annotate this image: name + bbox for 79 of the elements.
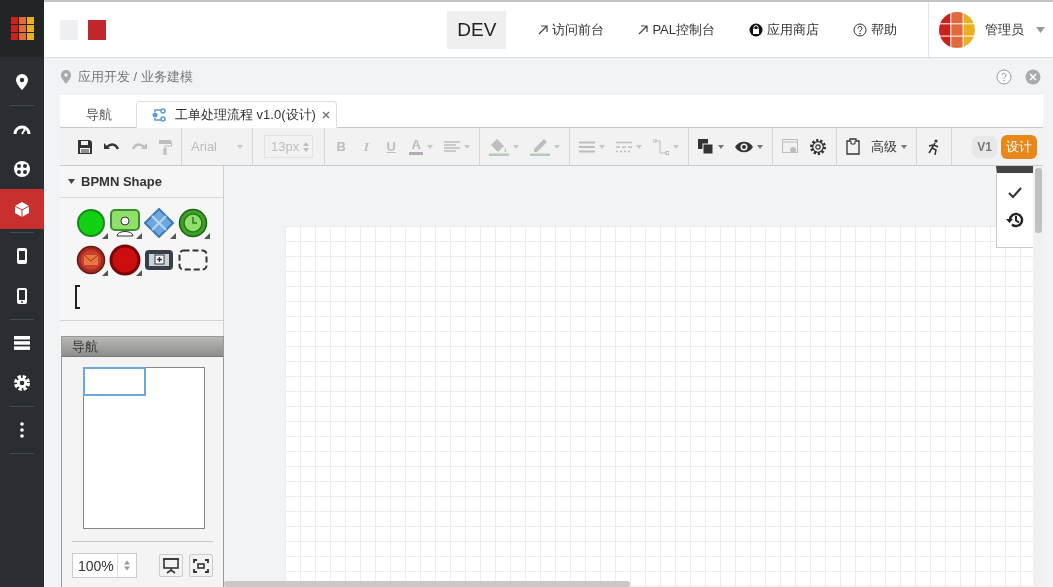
location-pin-icon <box>61 69 71 84</box>
caret-icon <box>237 144 243 149</box>
history-icon <box>1006 211 1024 229</box>
message-event-icon <box>76 244 106 275</box>
header-link[interactable]: 应用商店 <box>749 20 819 39</box>
user-task-icon <box>110 208 140 237</box>
header-link[interactable]: 帮助 <box>853 20 897 39</box>
cube-icon <box>14 200 30 218</box>
mobile-icon <box>16 287 28 305</box>
eye-icon <box>735 140 754 153</box>
caret-icon <box>464 144 471 149</box>
diagram-preview[interactable] <box>83 367 205 529</box>
advanced-menu[interactable]: 高级 <box>867 134 912 159</box>
caret-icon <box>901 144 908 149</box>
fill-bucket-icon <box>489 137 510 156</box>
waypoint-icon <box>653 138 670 155</box>
end-event-icon <box>109 243 141 276</box>
map-pin-icon <box>15 73 29 91</box>
user-name[interactable]: 管理员 <box>985 20 1024 39</box>
header-link[interactable]: PAL控制台 <box>638 20 715 39</box>
caret-icon <box>636 144 643 149</box>
caret-icon <box>1036 26 1045 33</box>
timer-event-icon <box>178 207 208 238</box>
presentation-button[interactable] <box>159 554 183 577</box>
fit-icon <box>193 558 209 573</box>
tab[interactable]: 工单处理流程 v1.0(设计) <box>136 101 337 128</box>
breadcrumb: 应用开发 / 业务建模 <box>78 67 193 86</box>
caret-icon <box>513 144 520 149</box>
panel-title: 导航 <box>72 337 98 356</box>
check-icon <box>1008 187 1022 199</box>
environment-badge: DEV <box>447 10 507 49</box>
save-icon <box>77 138 93 155</box>
dash-style-icon <box>616 140 633 153</box>
clipboard-icon <box>846 138 861 155</box>
more-icon <box>20 422 24 438</box>
window-settings-icon <box>782 138 799 155</box>
caret-icon <box>673 144 680 149</box>
arrange-icon <box>698 138 715 155</box>
caret-icon <box>718 144 725 149</box>
scrollbar-thumb[interactable] <box>1035 168 1042 233</box>
flow-icon <box>151 107 169 122</box>
align-icon <box>444 140 461 153</box>
collapse-caret-icon <box>68 178 75 185</box>
caret-icon <box>554 144 561 149</box>
app-logo <box>10 17 34 40</box>
list-icon <box>14 336 30 350</box>
external-arrow-icon <box>538 24 549 35</box>
gear-icon <box>13 374 31 392</box>
screen-icon <box>163 557 179 574</box>
subprocess-icon <box>144 248 174 271</box>
pencil-icon <box>530 137 551 156</box>
close-icon <box>321 110 330 119</box>
caret-icon <box>599 144 606 149</box>
phone-icon <box>16 247 28 265</box>
caret-icon <box>427 144 434 149</box>
header-link[interactable]: 访问前台 <box>538 20 605 39</box>
close-icon <box>1025 68 1041 85</box>
help-icon <box>853 22 867 37</box>
annotation-icon <box>74 284 82 309</box>
help-icon <box>996 68 1012 85</box>
line-width-icon <box>579 140 596 153</box>
apps-icon <box>13 160 31 178</box>
group-icon <box>178 248 208 271</box>
palette-header[interactable]: BPMN Shape <box>60 166 223 198</box>
bag-icon <box>749 22 763 37</box>
zoom-field[interactable]: 100% <box>72 553 137 578</box>
external-arrow-icon <box>638 24 649 35</box>
fit-button[interactable] <box>189 554 213 577</box>
start-event-icon <box>76 207 106 238</box>
settings-icon <box>809 137 828 156</box>
version-badge: V1 <box>972 135 997 158</box>
caret-icon <box>757 144 764 149</box>
tab[interactable]: 导航 <box>72 102 118 127</box>
gateway-icon <box>144 207 174 238</box>
scrollbar-thumb[interactable] <box>224 581 630 587</box>
paint-roller-icon <box>158 138 172 155</box>
logo-square <box>88 19 106 40</box>
spinner-arrows-icon <box>303 141 310 152</box>
avatar-icon <box>939 11 975 48</box>
